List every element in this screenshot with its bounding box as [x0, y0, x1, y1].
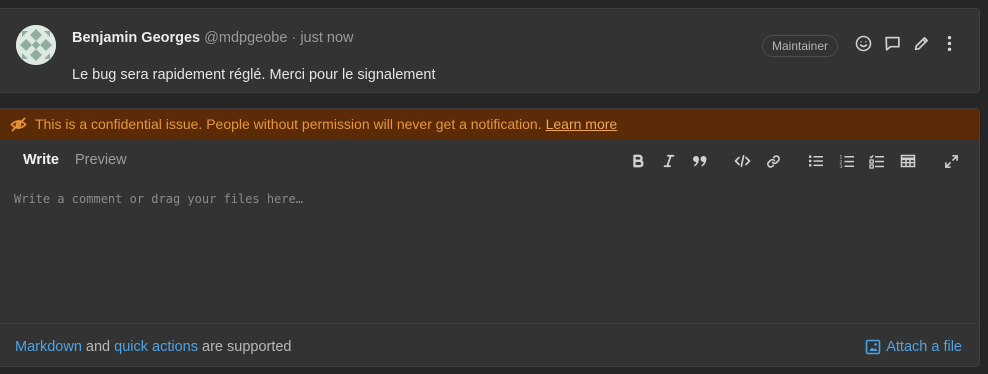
smiley-icon [855, 35, 872, 57]
numbered-list-button[interactable]: 1 2 3 [836, 150, 858, 172]
italic-button[interactable] [658, 150, 680, 172]
attach-file-button[interactable]: Attach a file [865, 338, 962, 356]
svg-text:3: 3 [840, 164, 843, 169]
add-reaction-button[interactable] [852, 35, 874, 57]
comment-editor: This is a confidential issue. People wit… [0, 108, 980, 367]
bold-icon [631, 154, 645, 168]
comment-input[interactable] [10, 187, 970, 317]
fullscreen-button[interactable] [940, 150, 962, 172]
link-button[interactable] [762, 150, 784, 172]
reply-button[interactable] [881, 35, 903, 57]
avatar[interactable] [16, 25, 56, 65]
quote-icon [692, 154, 708, 168]
task-list-icon [869, 154, 885, 169]
more-vertical-icon [941, 35, 958, 57]
learn-more-link[interactable]: Learn more [546, 116, 618, 132]
markdown-support-note: Markdown and quick actions are supported [15, 338, 292, 356]
fullscreen-icon [944, 154, 959, 169]
comment-icon [884, 35, 901, 57]
note-timestamp[interactable]: just now [300, 30, 353, 46]
time-separator: · [291, 30, 297, 46]
footer-supported: are supported [202, 339, 292, 355]
quick-actions-link[interactable]: quick actions [114, 339, 198, 355]
numbered-list-icon: 1 2 3 [839, 154, 855, 169]
more-actions-button[interactable] [938, 35, 960, 57]
table-button[interactable] [897, 150, 919, 172]
author-handle[interactable]: @mdpgeobe [204, 30, 287, 46]
markdown-link[interactable]: Markdown [15, 339, 82, 355]
bullet-list-icon [808, 154, 824, 168]
task-list-button[interactable] [866, 150, 888, 172]
footer-and: and [85, 339, 111, 355]
italic-icon [662, 154, 676, 168]
tab-preview[interactable]: Preview [75, 151, 127, 169]
image-icon [865, 339, 881, 355]
confidential-banner: This is a confidential issue. People wit… [0, 109, 979, 139]
tab-write[interactable]: Write [23, 151, 59, 169]
note-body: Le bug sera rapidement réglé. Merci pour… [72, 67, 436, 83]
attach-file-label: Attach a file [886, 339, 962, 355]
author-name[interactable]: Benjamin Georges [72, 30, 200, 46]
quote-button[interactable] [689, 150, 711, 172]
role-badge: Maintainer [762, 35, 839, 57]
code-button[interactable] [731, 150, 753, 172]
eye-slash-icon [10, 117, 27, 132]
bold-button[interactable] [627, 150, 649, 172]
link-icon [766, 154, 781, 169]
note-header: Benjamin Georges @mdpgeobe · just now [72, 29, 354, 47]
table-icon [900, 154, 916, 168]
code-icon [734, 154, 751, 168]
editor-footer: Markdown and quick actions are supported… [0, 323, 979, 367]
pencil-icon [913, 35, 930, 57]
bullet-list-button[interactable] [805, 150, 827, 172]
comment-note: Benjamin Georges @mdpgeobe · just now Le… [0, 8, 980, 93]
confidential-text: This is a confidential issue. People wit… [35, 116, 542, 132]
edit-comment-button[interactable] [910, 35, 932, 57]
